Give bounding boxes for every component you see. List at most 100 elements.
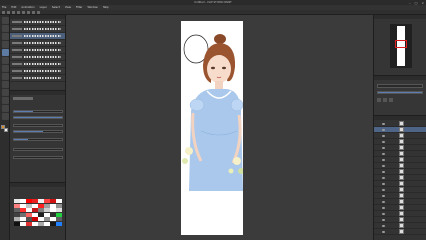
visibility-icon[interactable]	[382, 170, 385, 173]
color-swatch[interactable]	[32, 203, 38, 208]
menu-file[interactable]: File	[2, 6, 6, 9]
opacity-slider[interactable]	[13, 115, 63, 119]
color-swatch[interactable]	[14, 217, 20, 221]
color-swatch[interactable]	[32, 199, 38, 203]
visibility-icon[interactable]	[382, 218, 385, 221]
visibility-icon[interactable]	[382, 230, 385, 233]
color-swatch[interactable]	[20, 208, 26, 212]
open-file-icon[interactable]	[7, 10, 10, 14]
color-swatch[interactable]	[14, 221, 20, 226]
color-swatch[interactable]	[26, 221, 32, 226]
transform-icon[interactable]	[32, 10, 35, 14]
color-swatch[interactable]	[20, 203, 26, 208]
menu-animation[interactable]: Animation	[21, 6, 34, 9]
color-swatch[interactable]	[26, 199, 32, 203]
visibility-icon[interactable]	[382, 152, 385, 155]
save-icon[interactable]	[12, 10, 15, 14]
vector-magnet-toggle[interactable]	[13, 147, 63, 151]
color-swatch[interactable]	[26, 203, 32, 208]
navigator-viewport-frame[interactable]	[395, 40, 407, 48]
visibility-icon[interactable]	[382, 128, 385, 131]
color-swatch[interactable]	[32, 212, 38, 217]
color-swatch[interactable]	[26, 212, 32, 217]
color-swatch[interactable]	[44, 208, 50, 212]
visibility-icon[interactable]	[382, 194, 385, 197]
redo-icon[interactable]	[22, 10, 25, 14]
clear-icon[interactable]	[27, 10, 30, 14]
color-swatch[interactable]	[32, 217, 38, 221]
close-button[interactable]: ×	[421, 1, 424, 5]
visibility-icon[interactable]	[382, 140, 385, 143]
eraser-tool-icon[interactable]	[1, 81, 9, 88]
color-swatch[interactable]	[56, 212, 62, 217]
brush-preset[interactable]	[10, 26, 65, 33]
visibility-icon[interactable]	[382, 158, 385, 161]
stabilization-speed-toggle[interactable]	[13, 155, 63, 159]
visibility-icon[interactable]	[382, 200, 385, 203]
visibility-icon[interactable]	[382, 134, 385, 137]
brush-preset[interactable]	[10, 19, 65, 26]
maximize-button[interactable]: □	[415, 1, 418, 5]
move-tool-icon[interactable]	[1, 25, 9, 32]
color-swatch[interactable]	[50, 212, 56, 217]
color-swatch[interactable]	[56, 203, 62, 208]
lock-layer-icon[interactable]	[389, 98, 393, 102]
color-swatch[interactable]	[38, 217, 44, 221]
color-swatch[interactable]	[14, 203, 20, 208]
menu-filter[interactable]: Filter	[76, 6, 82, 9]
layer-row[interactable]	[374, 229, 426, 235]
color-swatch[interactable]	[56, 217, 62, 221]
stabilization-slider[interactable]	[13, 137, 63, 141]
visibility-icon[interactable]	[382, 182, 385, 185]
airbrush-tool-icon[interactable]	[1, 73, 9, 80]
gradient-tool-icon[interactable]	[1, 97, 9, 104]
color-swatch[interactable]	[20, 221, 26, 226]
color-swatch[interactable]	[14, 208, 20, 212]
color-swatch[interactable]	[56, 199, 62, 203]
color-swatch[interactable]	[38, 199, 44, 203]
color-swatch[interactable]	[50, 199, 56, 203]
color-swatch[interactable]	[44, 221, 50, 226]
canvas-page[interactable]	[181, 21, 243, 235]
menu-select[interactable]: Select	[52, 6, 60, 9]
color-swatch[interactable]	[44, 217, 50, 221]
visibility-icon[interactable]	[382, 176, 385, 179]
frame-tool-icon[interactable]	[1, 113, 9, 120]
brush-preset-selected[interactable]	[10, 33, 65, 40]
pen-tool-icon[interactable]	[1, 49, 9, 56]
pencil-tool-icon[interactable]	[1, 57, 9, 64]
visibility-icon[interactable]	[382, 212, 385, 215]
color-swatch[interactable]	[38, 212, 44, 217]
selection-tool-icon[interactable]	[1, 33, 9, 40]
color-swatch[interactable]	[50, 208, 56, 212]
brush-preset[interactable]	[10, 47, 65, 54]
color-swatch[interactable]	[32, 208, 38, 212]
zoom-tool-icon[interactable]	[1, 17, 9, 24]
brush-tool-icon[interactable]	[1, 65, 9, 72]
color-swatch[interactable]	[14, 199, 20, 203]
layer-opacity-slider[interactable]	[377, 91, 423, 94]
undo-icon[interactable]	[17, 10, 20, 14]
color-swatch[interactable]	[44, 212, 50, 217]
brush-size-slider[interactable]	[13, 109, 63, 113]
color-swatch[interactable]	[14, 212, 20, 217]
eyedropper-tool-icon[interactable]	[1, 41, 9, 48]
brush-preset[interactable]	[10, 40, 65, 47]
brush-preset[interactable]	[10, 68, 65, 75]
color-swatch[interactable]	[50, 221, 56, 226]
color-swatch[interactable]	[44, 199, 50, 203]
color-swatch[interactable]	[38, 203, 44, 208]
deselect-icon[interactable]	[37, 10, 40, 14]
reference-layer-icon[interactable]	[383, 98, 387, 102]
text-tool-icon[interactable]	[1, 105, 9, 112]
visibility-icon[interactable]	[382, 206, 385, 209]
color-swatch[interactable]	[20, 217, 26, 221]
visibility-icon[interactable]	[382, 164, 385, 167]
menu-layer[interactable]: Layer	[40, 6, 47, 9]
visibility-icon[interactable]	[382, 188, 385, 191]
menu-help[interactable]: Help	[103, 6, 109, 9]
color-swatch[interactable]	[26, 208, 32, 212]
color-swatch[interactable]	[38, 221, 44, 226]
visibility-icon[interactable]	[382, 122, 385, 125]
color-swatch[interactable]	[38, 208, 44, 212]
